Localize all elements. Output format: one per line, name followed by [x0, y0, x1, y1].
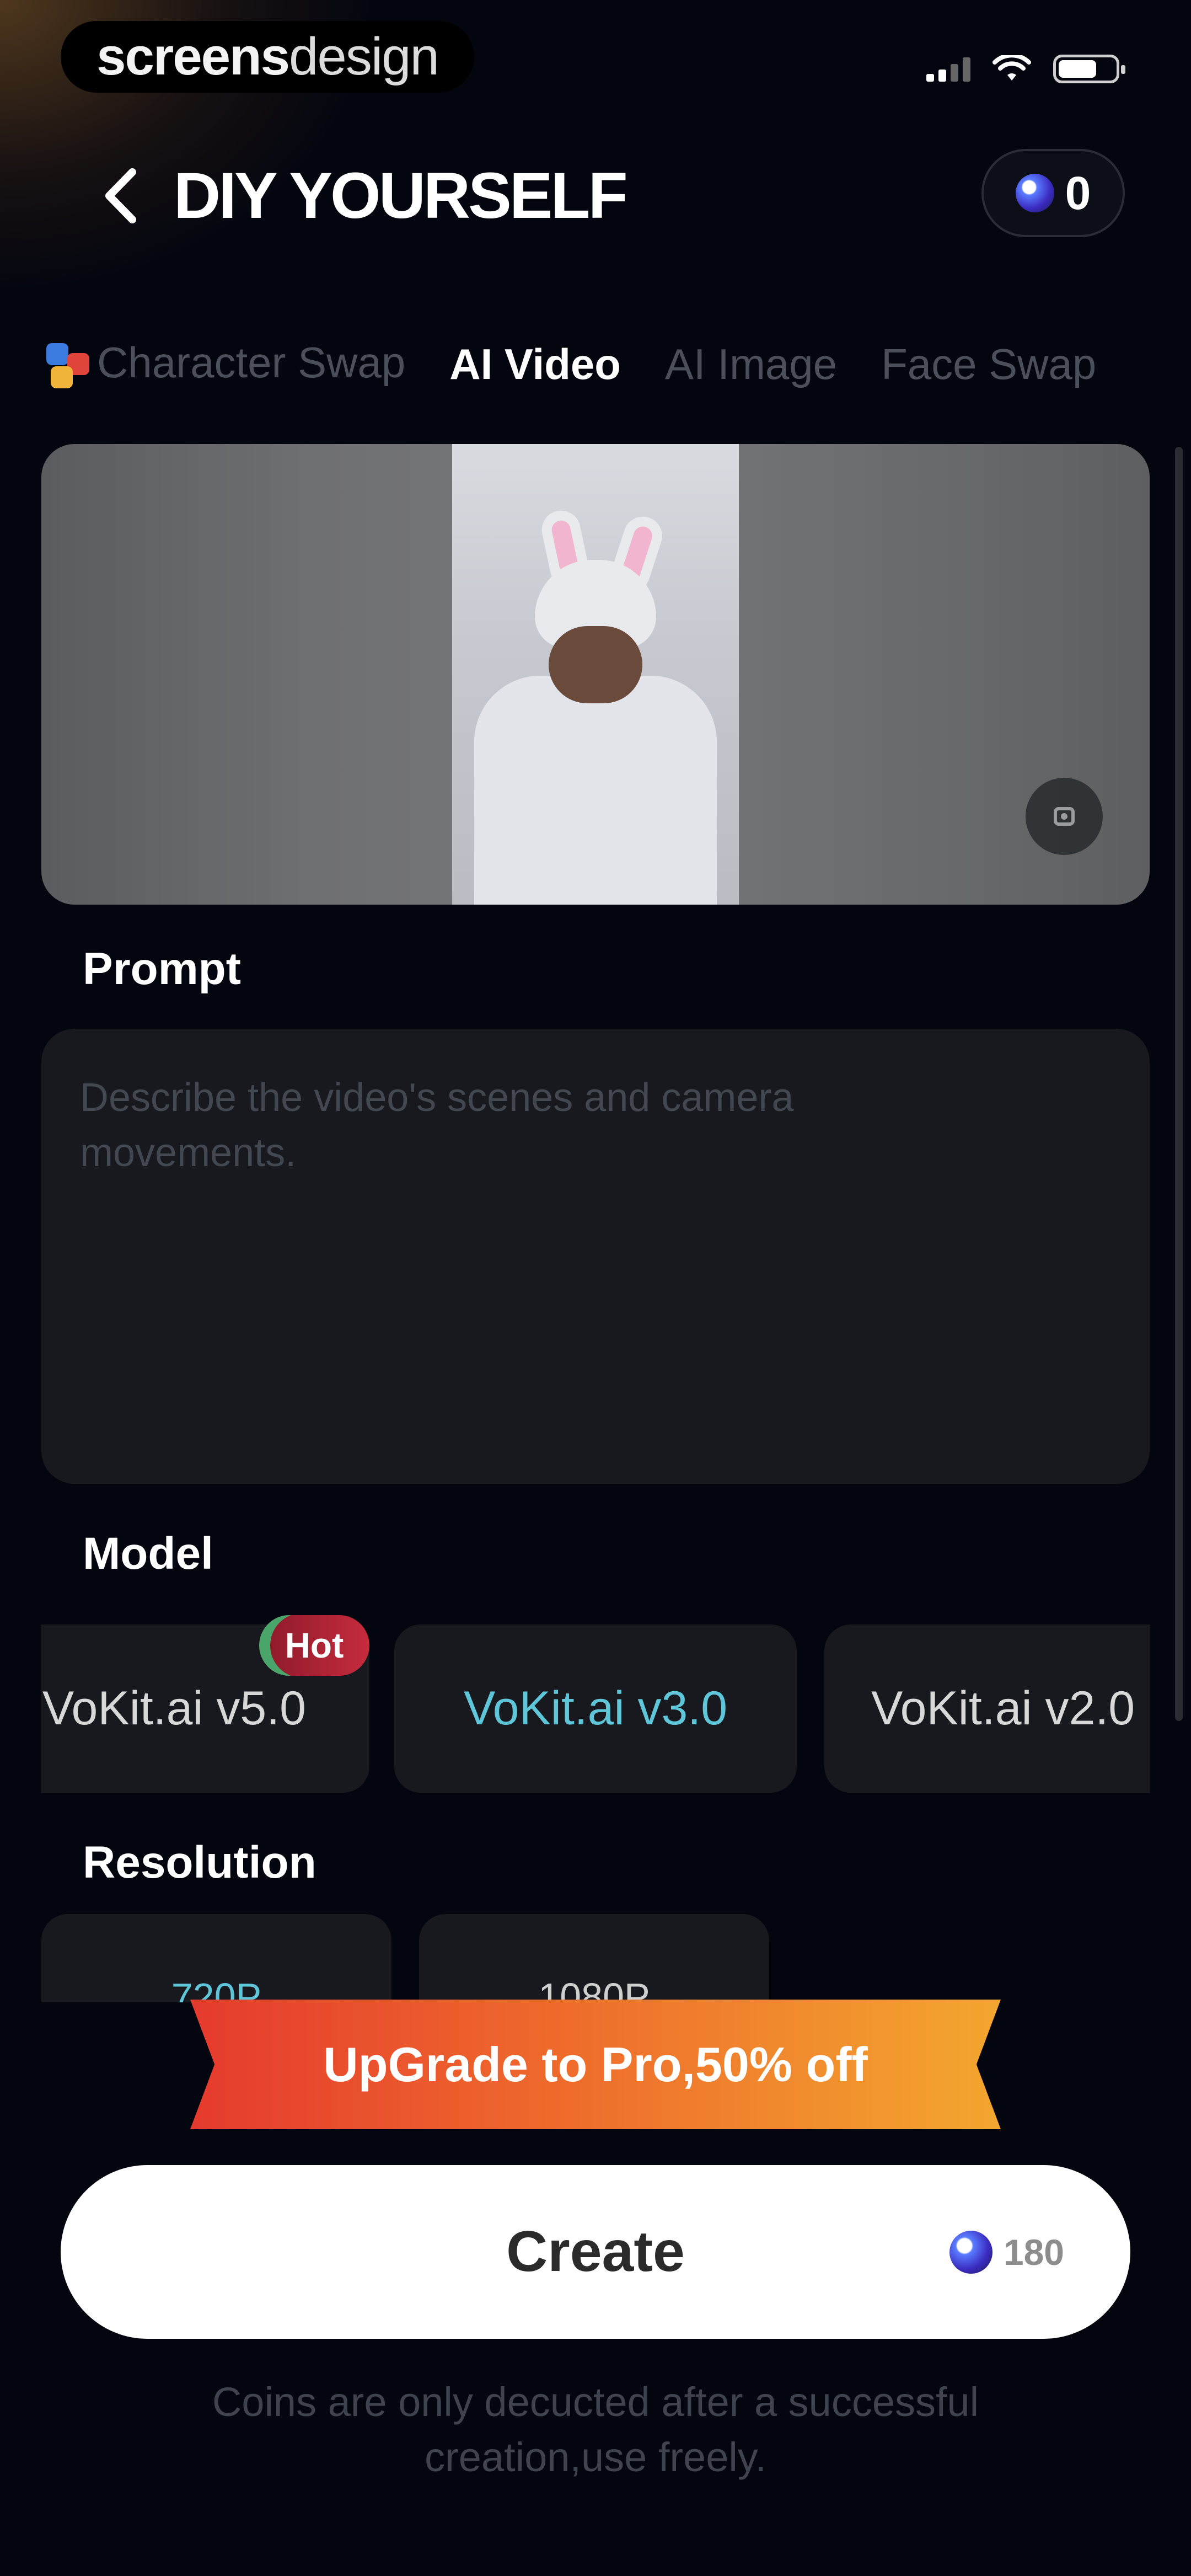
hot-badge: Hot: [259, 1615, 369, 1676]
model-option-label: VoKit.ai v2.0: [871, 1682, 1135, 1735]
scrollbar[interactable]: [1175, 447, 1183, 1721]
model-label: Model: [83, 1529, 213, 1579]
coins-footnote: Coins are only decucted after a successf…: [212, 2379, 979, 2480]
status-bar: [926, 50, 1125, 88]
battery-icon: [1053, 55, 1125, 83]
tab-character-swap[interactable]: Character Swap: [44, 338, 405, 391]
tab-ai-video[interactable]: AI Video: [449, 339, 621, 389]
upgrade-label: UpGrade to Pro,50% off: [323, 2037, 868, 2092]
prompt-label: Prompt: [83, 944, 241, 994]
create-label: Create: [506, 2220, 685, 2284]
resolution-option-label: 1080P: [538, 1975, 650, 2002]
upgrade-pro-banner[interactable]: UpGrade to Pro,50% off: [190, 2000, 1001, 2129]
brand-light-text: design: [289, 27, 439, 86]
resolution-options: 720P 1080P: [41, 1914, 1150, 2002]
tab-label: Face Swap: [881, 339, 1097, 388]
coin-balance-button[interactable]: 0: [981, 149, 1125, 237]
coin-icon: [949, 2230, 993, 2274]
tab-label: AI Image: [664, 339, 838, 388]
create-button[interactable]: Create 180: [61, 2165, 1130, 2339]
tab-label: AI Video: [449, 339, 621, 388]
baby-bunny-photo: [452, 444, 739, 905]
coin-icon: [1015, 174, 1054, 212]
model-option-label: VoKit.ai v5.0: [42, 1682, 306, 1735]
model-option-v3[interactable]: VoKit.ai v3.0: [394, 1624, 797, 1793]
page-title: DIY YOURSELF: [174, 159, 628, 232]
wifi-icon: [993, 55, 1031, 81]
prompt-field[interactable]: [41, 1029, 1150, 1484]
signal-icon: [926, 56, 970, 82]
create-cost: 180: [949, 2230, 1064, 2274]
category-tabs: Character Swap AI Video AI Image Face Sw…: [44, 331, 1096, 397]
resolution-option-1080p[interactable]: 1080P: [419, 1914, 769, 2002]
back-chevron-icon[interactable]: [99, 165, 143, 226]
resolution-option-label: 720P: [171, 1975, 262, 2002]
brand-bold-text: screens: [96, 27, 290, 86]
prompt-input[interactable]: [80, 1070, 797, 1291]
resolution-label: Resolution: [83, 1837, 316, 1888]
tab-label: Character Swap: [97, 338, 406, 387]
model-options: VoKit.ai v5.0 VoKit.ai v3.0 VoKit.ai v2.…: [41, 1624, 1150, 1793]
brand-watermark: screens design: [61, 21, 474, 93]
reference-image-preview[interactable]: [41, 444, 1150, 905]
model-option-label: VoKit.ai v3.0: [463, 1682, 728, 1735]
create-cost-value: 180: [1003, 2231, 1064, 2273]
coin-balance-value: 0: [1065, 167, 1091, 219]
tab-ai-image[interactable]: AI Image: [665, 339, 837, 389]
character-swap-icon: [44, 341, 94, 391]
replace-image-button[interactable]: [1026, 778, 1103, 855]
resolution-option-720p[interactable]: 720P: [41, 1914, 391, 2002]
tab-face-swap[interactable]: Face Swap: [881, 339, 1096, 389]
model-option-v2[interactable]: VoKit.ai v2.0: [824, 1624, 1150, 1793]
swap-icon: [1054, 807, 1075, 826]
